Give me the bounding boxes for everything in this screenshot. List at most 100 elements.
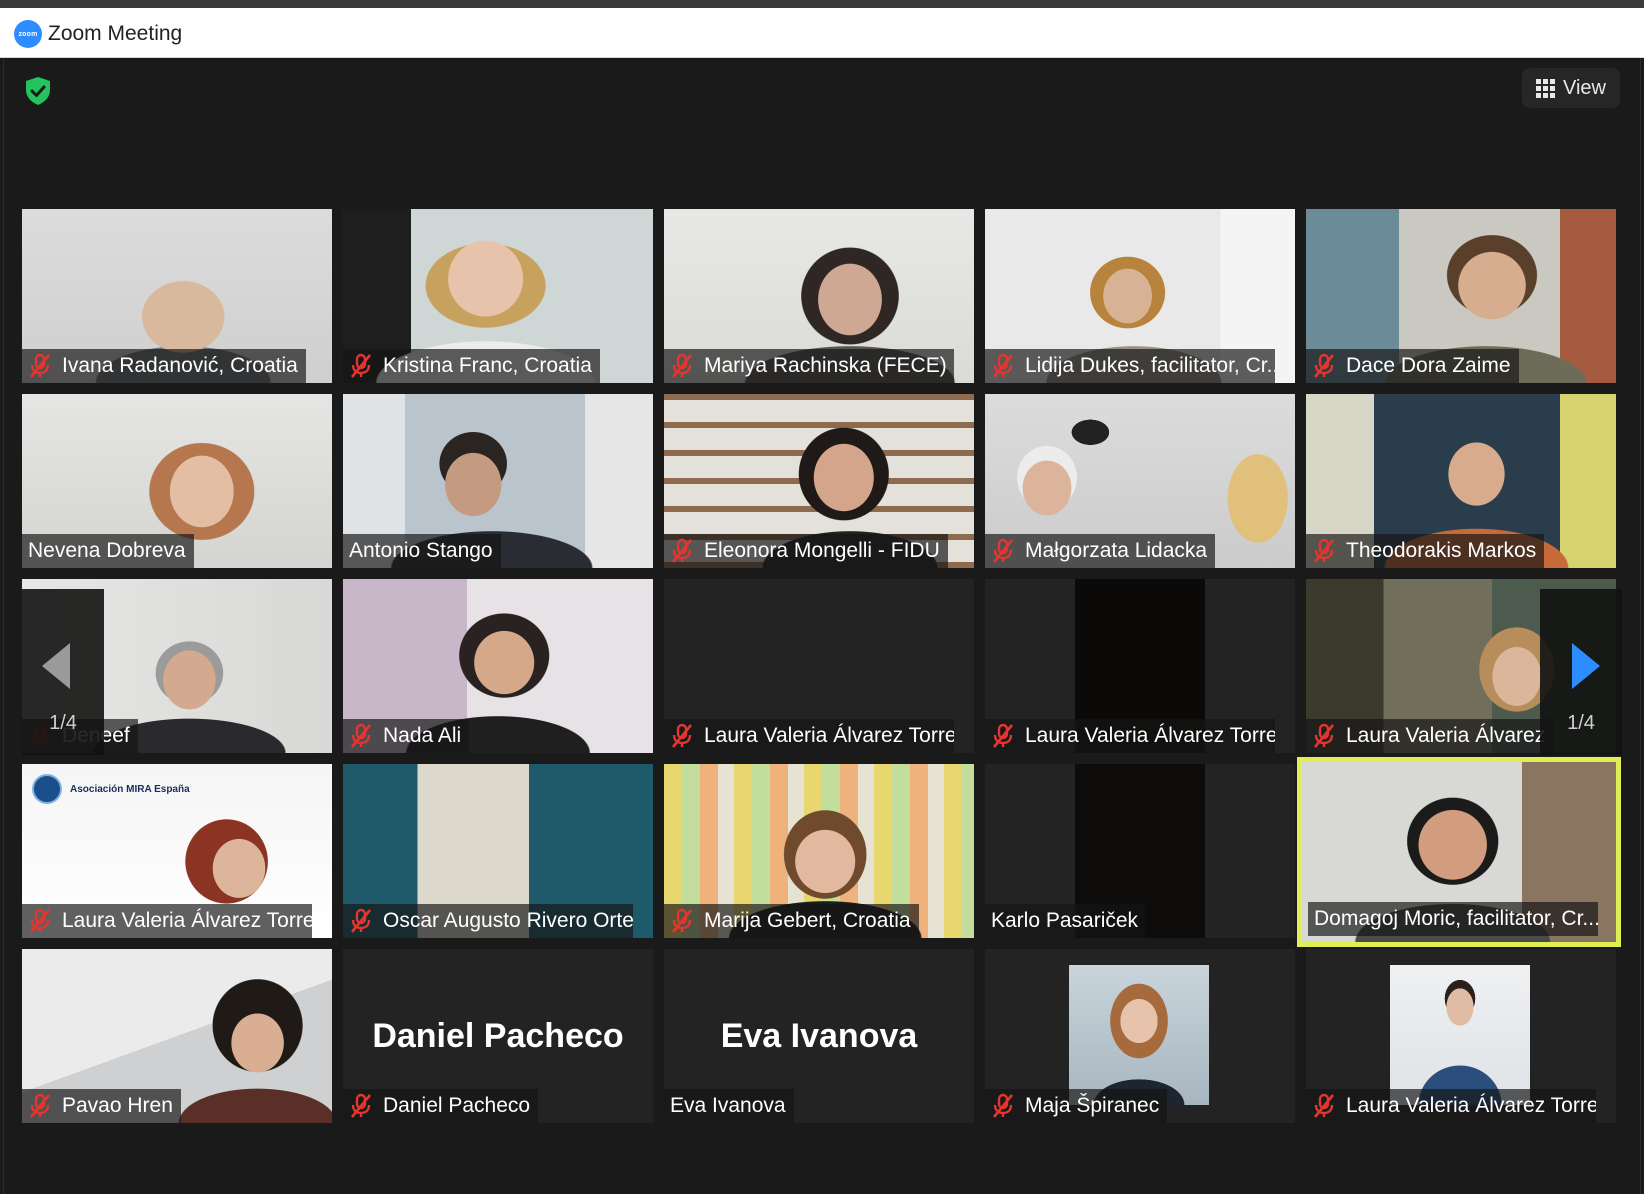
participant-label: Karlo Pasariček — [985, 904, 1147, 938]
muted-mic-icon — [671, 538, 693, 563]
participant-name: Małgorzata Lidacka — [1025, 539, 1208, 562]
previous-page-button[interactable]: 1/4 — [22, 589, 104, 755]
muted-mic-icon — [1313, 353, 1335, 378]
participant-name: Dace Dora Zaime — [1346, 354, 1511, 377]
video-tile[interactable]: Karlo Pasariček — [985, 764, 1295, 938]
participant-name: Karlo Pasariček — [991, 909, 1139, 932]
video-tile[interactable]: Daniel Pacheco Daniel Pacheco — [343, 949, 653, 1123]
participant-name: Lidija Dukes, facilitator, Cr... — [1025, 354, 1275, 377]
participant-name: Domagoj Moric, facilitator, Cr... — [1314, 907, 1598, 930]
muted-mic-icon — [992, 538, 1014, 563]
video-tile[interactable]: Eleonora Mongelli - FIDU — [664, 394, 974, 568]
profile-picture — [1069, 965, 1209, 1105]
participant-label: Kristina Franc, Croatia — [343, 349, 600, 383]
muted-mic-icon — [671, 353, 693, 378]
video-tile[interactable]: Nevena Dobreva — [22, 394, 332, 568]
participant-label: Daniel Pacheco — [343, 1089, 539, 1123]
video-tile[interactable]: Laura Valeria Álvarez Torres — [664, 579, 974, 753]
title-bar: zoom Zoom Meeting — [0, 8, 1644, 58]
participant-label: Laura Valeria Álvarez Torres — [985, 719, 1275, 753]
participant-name: Antonio Stango — [349, 539, 493, 562]
participant-label: Marija Gebert, Croatia — [664, 904, 919, 938]
view-button[interactable]: View — [1522, 68, 1620, 108]
video-tile[interactable]: Kristina Franc, Croatia — [343, 209, 653, 383]
chevron-right-icon — [1572, 643, 1600, 689]
participant-label: Pavao Hren — [22, 1089, 181, 1123]
video-tile[interactable]: Dace Dora Zaime — [1306, 209, 1616, 383]
video-tile-active-speaker[interactable]: Domagoj Moric, facilitator, Cr... — [1297, 757, 1621, 947]
participant-name: Theodorakis Markos — [1346, 539, 1537, 562]
participant-label: Eva Ivanova — [664, 1089, 794, 1123]
next-page-button[interactable]: 1/4 — [1540, 589, 1622, 755]
participant-name: Laura Valeria Álvarez Torres — [704, 724, 954, 747]
muted-mic-icon — [671, 723, 693, 748]
participant-name: Mariya Rachinska (FECE) — [704, 354, 947, 377]
video-tile[interactable]: Laura Valeria Álvarez Torres — [1306, 949, 1616, 1123]
participant-label: Domagoj Moric, facilitator, Cr... — [1308, 902, 1598, 936]
video-tile[interactable]: Lidija Dukes, facilitator, Cr... — [985, 209, 1295, 383]
participant-label: Oscar Augusto Rivero Orte... — [343, 904, 633, 938]
participant-name: Pavao Hren — [62, 1094, 173, 1117]
muted-mic-icon — [350, 908, 372, 933]
participant-label: Nevena Dobreva — [22, 534, 194, 568]
shield-check-icon[interactable] — [24, 76, 52, 106]
video-tile[interactable]: Maja Špiranec — [985, 949, 1295, 1123]
participant-name: Marija Gebert, Croatia — [704, 909, 911, 932]
muted-mic-icon — [992, 353, 1014, 378]
video-tile[interactable]: Eva Ivanova Eva Ivanova — [664, 949, 974, 1123]
participant-label: Małgorzata Lidacka — [985, 534, 1216, 568]
muted-mic-icon — [350, 1093, 372, 1118]
participant-label: Eleonora Mongelli - FIDU — [664, 534, 948, 568]
muted-mic-icon — [1313, 538, 1335, 563]
organization-logo-text: Asociación MIRA España — [70, 783, 190, 795]
participant-label: Laura Valeria Álvarez Torres — [22, 904, 312, 938]
participant-name: Laura Valeria Álvarez Torres — [1025, 724, 1275, 747]
participant-label: Laura Valeria Álvarez — [1306, 719, 1554, 753]
video-tile[interactable]: Małgorzata Lidacka — [985, 394, 1295, 568]
window-top-strip — [0, 0, 1644, 8]
muted-mic-icon — [29, 908, 51, 933]
participant-label: Lidija Dukes, facilitator, Cr... — [985, 349, 1275, 383]
video-tile[interactable]: Ivana Radanović, Croatia — [22, 209, 332, 383]
participant-name: Laura Valeria Álvarez Torres — [62, 909, 312, 932]
participant-label: Antonio Stango — [343, 534, 501, 568]
window-title: Zoom Meeting — [48, 22, 183, 45]
participant-name: Eva Ivanova — [670, 1094, 786, 1117]
muted-mic-icon — [350, 353, 372, 378]
zoom-logo-icon: zoom — [14, 20, 42, 48]
participant-label: Theodorakis Markos — [1306, 534, 1545, 568]
organization-logo: Asociación MIRA España — [32, 774, 190, 804]
video-tile[interactable]: Antonio Stango — [343, 394, 653, 568]
video-tile[interactable]: Laura Valeria Álvarez Torres — [985, 579, 1295, 753]
muted-mic-icon — [29, 353, 51, 378]
video-tile[interactable]: Mariya Rachinska (FECE) — [664, 209, 974, 383]
video-tile[interactable]: Theodorakis Markos — [1306, 394, 1616, 568]
video-tile[interactable]: Pavao Hren — [22, 949, 332, 1123]
muted-mic-icon — [671, 908, 693, 933]
video-tile[interactable]: Marija Gebert, Croatia — [664, 764, 974, 938]
muted-mic-icon — [350, 723, 372, 748]
participant-label: Mariya Rachinska (FECE) — [664, 349, 954, 383]
participant-label: Maja Špiranec — [985, 1089, 1168, 1123]
participant-name: Eleonora Mongelli - FIDU — [704, 539, 940, 562]
page-indicator: 1/4 — [49, 712, 77, 734]
participant-name: Maja Špiranec — [1025, 1094, 1160, 1117]
organization-logo-icon — [32, 774, 62, 804]
view-button-label: View — [1563, 76, 1606, 99]
video-tile[interactable]: Asociación MIRA España Laura Valeria Álv… — [22, 764, 332, 938]
chevron-left-icon — [42, 643, 70, 689]
participant-label: Dace Dora Zaime — [1306, 349, 1519, 383]
grid-icon — [1536, 78, 1555, 98]
muted-mic-icon — [1313, 1093, 1335, 1118]
participant-name: Daniel Pacheco — [383, 1094, 531, 1117]
participant-name: Nada Ali — [383, 724, 462, 747]
participant-name: Kristina Franc, Croatia — [383, 354, 592, 377]
participant-name: Nevena Dobreva — [28, 539, 186, 562]
video-tile[interactable]: Oscar Augusto Rivero Orte... — [343, 764, 653, 938]
participant-name: Laura Valeria Álvarez — [1346, 724, 1546, 747]
muted-mic-icon — [992, 723, 1014, 748]
participant-name: Ivana Radanović, Croatia — [62, 354, 298, 377]
profile-picture — [1390, 965, 1530, 1105]
muted-mic-icon — [992, 1093, 1014, 1118]
video-tile[interactable]: Nada Ali — [343, 579, 653, 753]
